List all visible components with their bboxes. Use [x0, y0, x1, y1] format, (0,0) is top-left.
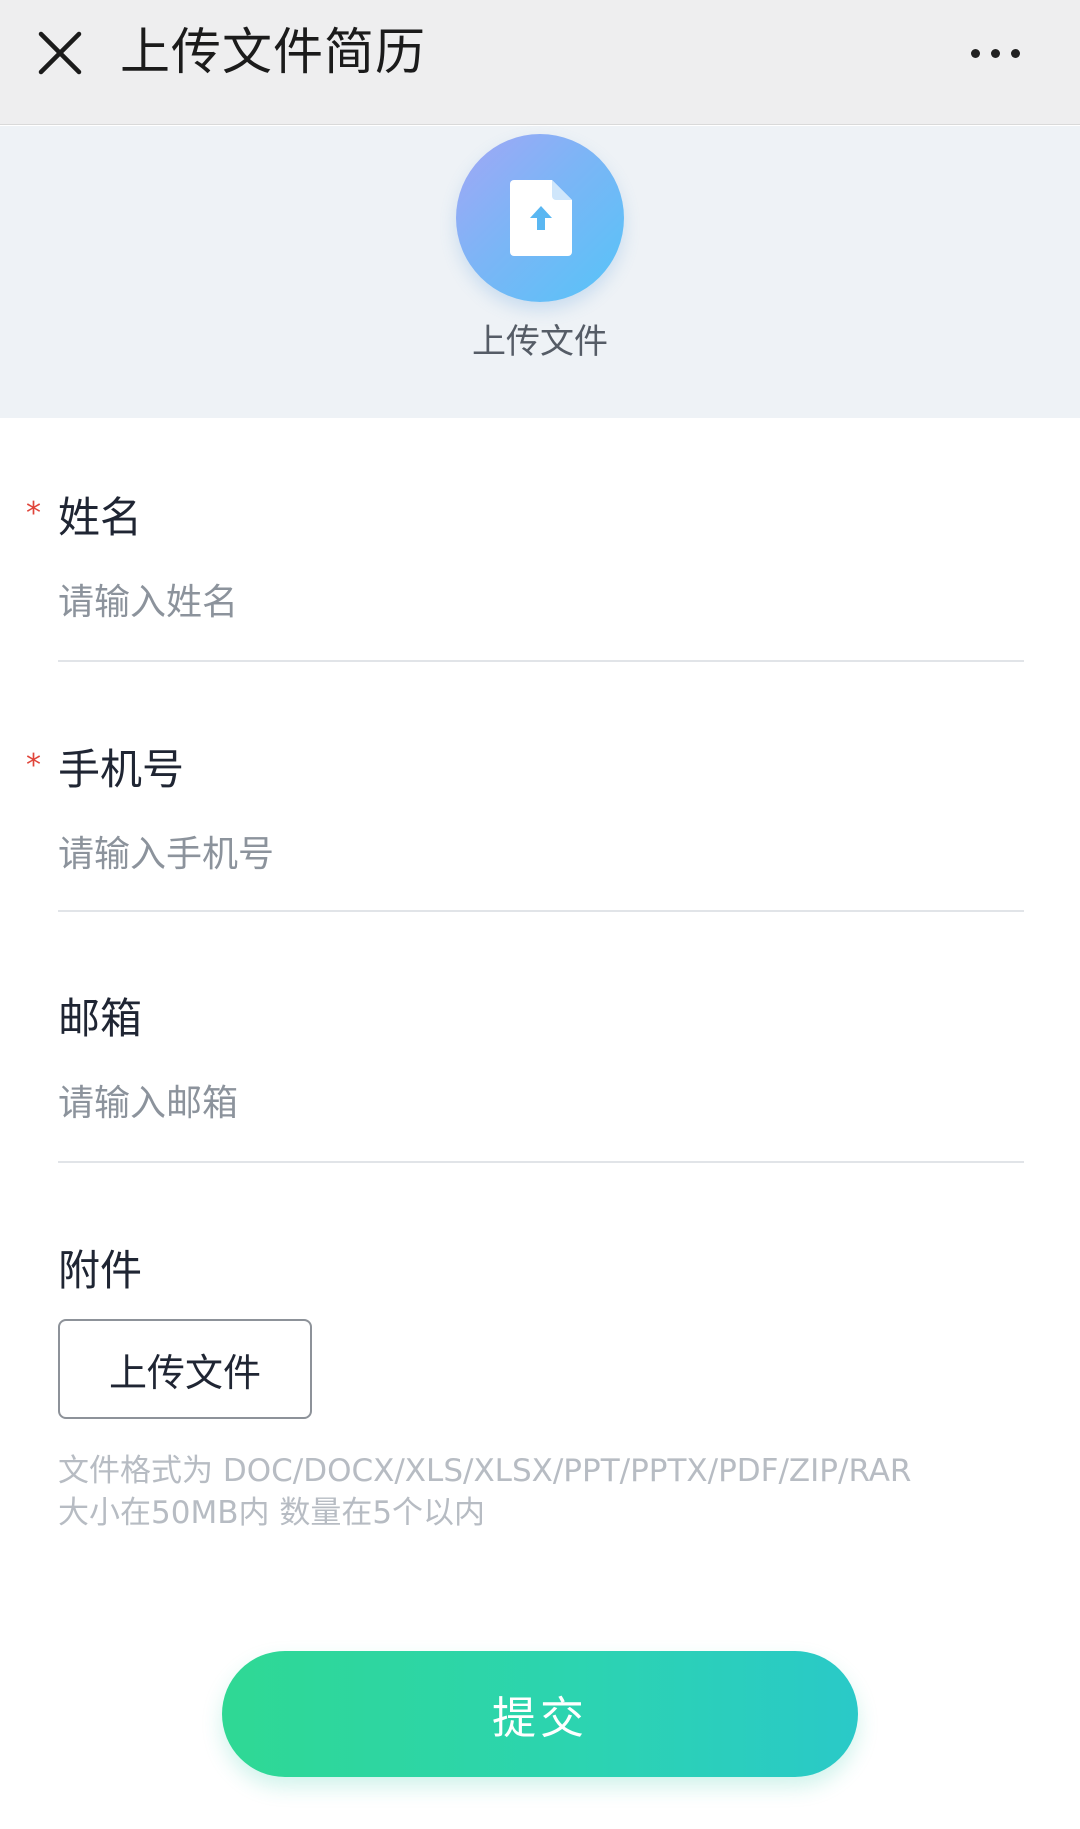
- name-label: 姓名: [58, 493, 143, 542]
- name-divider: [58, 660, 1024, 662]
- name-input[interactable]: [58, 565, 1024, 639]
- close-icon: [38, 31, 82, 75]
- file-upload-icon: [510, 180, 572, 256]
- upload-file-button[interactable]: [456, 134, 624, 302]
- attachment-format-hint: 文件格式为 DOC/DOCX/XLS/XLSX/PPT/PPTX/PDF/ZIP…: [58, 1453, 912, 1489]
- phone-required-mark: *: [26, 748, 41, 783]
- more-horizontal-icon: [970, 48, 980, 58]
- upload-banner: 上传文件: [0, 126, 1080, 418]
- page-title: 上传文件简历: [120, 23, 426, 81]
- email-input[interactable]: [58, 1066, 1024, 1140]
- email-divider: [58, 1161, 1024, 1163]
- phone-input[interactable]: [58, 817, 1024, 891]
- more-horizontal-icon-dot: [990, 48, 1000, 58]
- email-label: 邮箱: [58, 994, 143, 1043]
- phone-divider: [58, 910, 1024, 912]
- submit-button[interactable]: 提交: [222, 1651, 858, 1777]
- attachment-label: 附件: [58, 1246, 143, 1295]
- resume-upload-page: 上传文件简历 上传文件 * 姓名 * 手机号 邮箱 附件 上传文件 文件格式为 …: [0, 0, 1080, 1829]
- close-button[interactable]: [28, 18, 92, 88]
- more-horizontal-icon-dot: [1010, 48, 1020, 58]
- attachment-size-hint: 大小在50MB内 数量在5个以内: [58, 1495, 486, 1531]
- name-required-mark: *: [26, 496, 41, 531]
- more-options-button[interactable]: [955, 30, 1035, 76]
- phone-label: 手机号: [58, 745, 185, 794]
- attachment-upload-button[interactable]: 上传文件: [58, 1319, 312, 1419]
- upload-file-label: 上传文件: [472, 322, 608, 362]
- top-nav-bar: 上传文件简历: [0, 0, 1080, 125]
